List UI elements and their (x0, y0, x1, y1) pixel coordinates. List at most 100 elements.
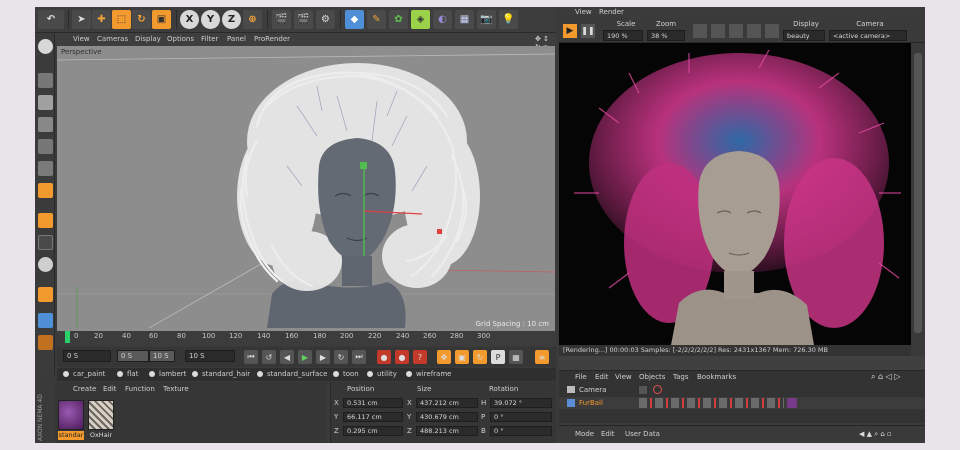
world-coordinates-icon[interactable]: ⊕ (243, 10, 262, 29)
render-output[interactable] (559, 43, 911, 345)
viewport-menu-display[interactable]: Display (135, 35, 161, 43)
preset-toon[interactable]: toon (333, 370, 359, 378)
pen-icon[interactable]: ✎ (367, 10, 386, 29)
last-tool-icon[interactable]: ▣ (152, 10, 171, 29)
lock-icon[interactable] (38, 335, 53, 350)
next-frame-icon[interactable]: ▶ (316, 350, 330, 364)
object-row-camera[interactable]: Camera (559, 384, 925, 396)
scale-key-icon[interactable]: ▣ (455, 350, 469, 364)
record-icon[interactable]: ● (377, 350, 391, 364)
light-icon[interactable]: 💡 (499, 10, 518, 29)
position-z-field[interactable]: 0.295 cm (343, 426, 403, 436)
generator-icon[interactable]: ✿ (389, 10, 408, 29)
scale-icon[interactable]: ⬚ (112, 10, 131, 29)
pause-render-icon[interactable]: ❚❚ (581, 24, 595, 38)
undo-icon[interactable]: ↶ (38, 10, 64, 29)
rotation-h-field[interactable]: 39.072 ° (490, 398, 552, 408)
attribute-menu-mode[interactable]: Mode (575, 430, 594, 438)
display-dropdown[interactable]: beauty (783, 30, 825, 41)
points-mode-icon[interactable] (38, 139, 53, 154)
preset-lambert[interactable]: lambert (149, 370, 186, 378)
region-render-icon[interactable] (693, 24, 707, 38)
timeline-ruler[interactable]: 0 20 40 60 80 100 120 140 160 180 200 22… (57, 331, 556, 346)
rotation-key-icon[interactable]: ↻ (473, 350, 487, 364)
snapshot-icon[interactable] (729, 24, 743, 38)
axis-mode-icon[interactable] (38, 213, 53, 228)
render-menu-render[interactable]: Render (599, 8, 624, 16)
render-scrollbar[interactable] (911, 43, 925, 345)
lock-view-icon[interactable] (765, 24, 779, 38)
preview-max-field[interactable]: 10 S (149, 350, 175, 362)
visibility-icon[interactable] (639, 386, 647, 394)
preset-standard-surface[interactable]: standard_surface (257, 370, 327, 378)
object-menu-view[interactable]: View (615, 373, 632, 381)
camera-icon[interactable]: 📷 (477, 10, 496, 29)
go-to-end-icon[interactable]: ⏭ (352, 350, 366, 364)
start-render-icon[interactable]: ▶ (563, 24, 577, 38)
position-key-icon[interactable]: ✥ (437, 350, 451, 364)
play-icon[interactable]: ▶ (298, 350, 312, 364)
position-x-field[interactable]: 0.531 cm (343, 398, 403, 408)
end-time-field[interactable]: 10 S (185, 350, 235, 362)
material-swatch-standard[interactable] (58, 400, 84, 430)
material-menu-texture[interactable]: Texture (163, 385, 189, 393)
tweak-icon[interactable] (38, 235, 53, 250)
object-menu-tags[interactable]: Tags (673, 373, 689, 381)
deformer-icon[interactable]: ◈ (411, 10, 430, 29)
previous-frame-icon[interactable]: ◀ (280, 350, 294, 364)
rotate-icon[interactable]: ↻ (132, 10, 151, 29)
material-swatch-oxhair[interactable] (88, 400, 114, 430)
size-z-field[interactable]: 488.213 cm (416, 426, 478, 436)
viewport-menu-panel[interactable]: Panel (227, 35, 246, 43)
live-select-icon[interactable]: ➤ (72, 10, 91, 29)
current-frame-marker[interactable] (65, 331, 70, 343)
protection-tag-icon[interactable] (653, 385, 662, 394)
move-icon[interactable]: ✚ (92, 10, 111, 29)
timeline-window-icon[interactable]: ≡ (535, 350, 549, 364)
size-y-field[interactable]: 430.679 cm (416, 412, 478, 422)
attribute-menu-edit[interactable]: Edit (601, 430, 615, 438)
object-menu-edit[interactable]: Edit (595, 373, 609, 381)
pla-key-icon[interactable]: ▦ (509, 350, 523, 364)
perspective-viewport[interactable]: Perspective Grid Spacing: 10 cm (57, 46, 555, 331)
preset-wireframe[interactable]: wireframe (406, 370, 451, 378)
preset-utility[interactable]: utility (367, 370, 397, 378)
floor-icon[interactable]: ▦ (455, 10, 474, 29)
current-time-field[interactable]: 0 S (63, 350, 111, 362)
go-to-start-icon[interactable]: ⏮ (244, 350, 258, 364)
rotation-b-field[interactable]: 0 ° (490, 426, 552, 436)
render-settings-icon[interactable]: ⚙ (316, 10, 335, 29)
object-menu-objects[interactable]: Objects (639, 373, 665, 381)
z-axis-icon[interactable]: Z (222, 10, 241, 29)
x-axis-icon[interactable]: X (180, 10, 199, 29)
viewport-menu-cameras[interactable]: Cameras (97, 35, 128, 43)
preset-car-paint[interactable]: car_paint (63, 370, 105, 378)
magnet-icon[interactable] (38, 287, 53, 302)
next-key-icon[interactable]: ↻ (334, 350, 348, 364)
size-x-field[interactable]: 437.212 cm (416, 398, 478, 408)
polygons-mode-icon[interactable] (38, 183, 53, 198)
material-menu-function[interactable]: Function (125, 385, 155, 393)
y-axis-icon[interactable]: Y (201, 10, 220, 29)
viewport-menu-options[interactable]: Options (167, 35, 194, 43)
previous-key-icon[interactable]: ↺ (262, 350, 276, 364)
edges-mode-icon[interactable] (38, 161, 53, 176)
keyframe-selection-icon[interactable]: ? (413, 350, 427, 364)
render-picture-viewer-icon[interactable]: 🎬 (294, 10, 313, 29)
attribute-menu-user-data[interactable]: User Data (625, 430, 660, 438)
texture-mode-icon[interactable] (38, 95, 53, 110)
viewport-menu-filter[interactable]: Filter (201, 35, 218, 43)
object-menu-file[interactable]: File (575, 373, 587, 381)
compare-icon[interactable] (747, 24, 761, 38)
make-editable-icon[interactable] (38, 39, 53, 54)
render-menu-view[interactable]: View (575, 8, 592, 16)
render-view-icon[interactable]: 🎬 (272, 10, 291, 29)
position-y-field[interactable]: 66.117 cm (343, 412, 403, 422)
cube-icon[interactable]: ◆ (345, 10, 364, 29)
viewport-menu-prorender[interactable]: ProRender (254, 35, 290, 43)
preset-flat[interactable]: flat (117, 370, 138, 378)
grid-icon[interactable] (38, 313, 53, 328)
camera-dropdown[interactable]: <active camera> (829, 30, 907, 41)
material-tag-icon[interactable] (787, 398, 797, 408)
rotation-p-field[interactable]: 0 ° (490, 412, 552, 422)
